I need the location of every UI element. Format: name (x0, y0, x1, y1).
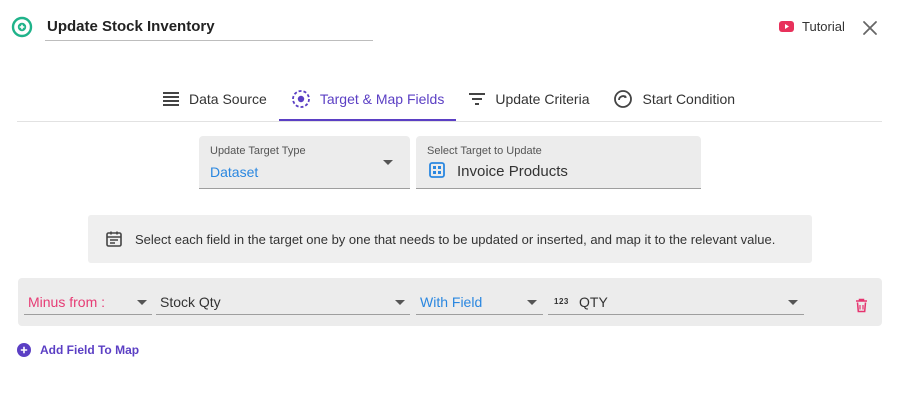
update-target-type-value: Dataset (210, 164, 259, 180)
add-field-label: Add Field To Map (40, 343, 140, 357)
youtube-icon (779, 21, 794, 32)
target-field-select[interactable]: Stock Qty (156, 288, 410, 315)
trash-icon[interactable] (855, 298, 868, 313)
target-field-value: Stock Qty (160, 294, 221, 310)
select-target-select[interactable]: Select Target to Update Invoice Products (416, 136, 701, 189)
chevron-down-icon (527, 300, 537, 305)
chevron-down-icon (383, 160, 393, 165)
filter-icon (469, 93, 486, 105)
title-field[interactable]: Update Stock Inventory (45, 13, 373, 41)
tab-label: Data Source (189, 91, 267, 107)
source-type-value: With Field (420, 294, 483, 310)
chevron-down-icon (788, 300, 798, 305)
tutorial-label: Tutorial (802, 19, 845, 34)
step-tabs: Data Source Target & Map Fields Update C… (150, 78, 747, 121)
source-field-select[interactable]: 123 QTY (548, 288, 804, 315)
operation-select[interactable]: Minus from : (24, 288, 152, 315)
grid-table-icon (429, 162, 445, 178)
info-text: Select each field in the target one by o… (135, 231, 776, 247)
operation-value: Minus from : (28, 294, 106, 310)
update-target-type-select[interactable]: Update Target Type Dataset (199, 136, 410, 189)
chevron-down-icon (395, 300, 405, 305)
tab-label: Target & Map Fields (319, 91, 445, 107)
tab-label: Update Criteria (495, 91, 590, 107)
tutorial-link[interactable]: Tutorial (779, 19, 845, 34)
add-field-button[interactable]: Add Field To Map (17, 343, 139, 357)
chevron-down-icon (137, 300, 147, 305)
source-type-select[interactable]: With Field (416, 288, 543, 315)
add-circle-icon (17, 343, 31, 357)
tab-update-criteria[interactable]: Update Criteria (456, 78, 601, 120)
field-mapping-row: Minus from : Stock Qty With Field 123 QT… (18, 278, 882, 326)
select-target-label: Select Target to Update (427, 145, 542, 157)
tabs-divider (17, 121, 882, 122)
source-field-value: QTY (579, 294, 608, 310)
tab-target-map-fields[interactable]: Target & Map Fields (278, 78, 457, 121)
update-target-type-label: Update Target Type (210, 145, 306, 157)
tab-start-condition[interactable]: Start Condition (601, 78, 747, 120)
tab-label: Start Condition (642, 91, 736, 107)
info-banner: Select each field in the target one by o… (88, 215, 812, 263)
select-target-value: Invoice Products (457, 163, 568, 180)
add-circle-app-icon (11, 16, 33, 38)
page-title[interactable]: Update Stock Inventory (45, 13, 373, 41)
tab-data-source[interactable]: Data Source (150, 78, 279, 120)
gauge-icon (614, 90, 633, 108)
calendar-icon (106, 231, 122, 247)
list-icon (163, 92, 179, 106)
target-icon (291, 90, 310, 108)
close-icon[interactable] (860, 18, 880, 38)
number-type-icon: 123 (554, 297, 569, 306)
